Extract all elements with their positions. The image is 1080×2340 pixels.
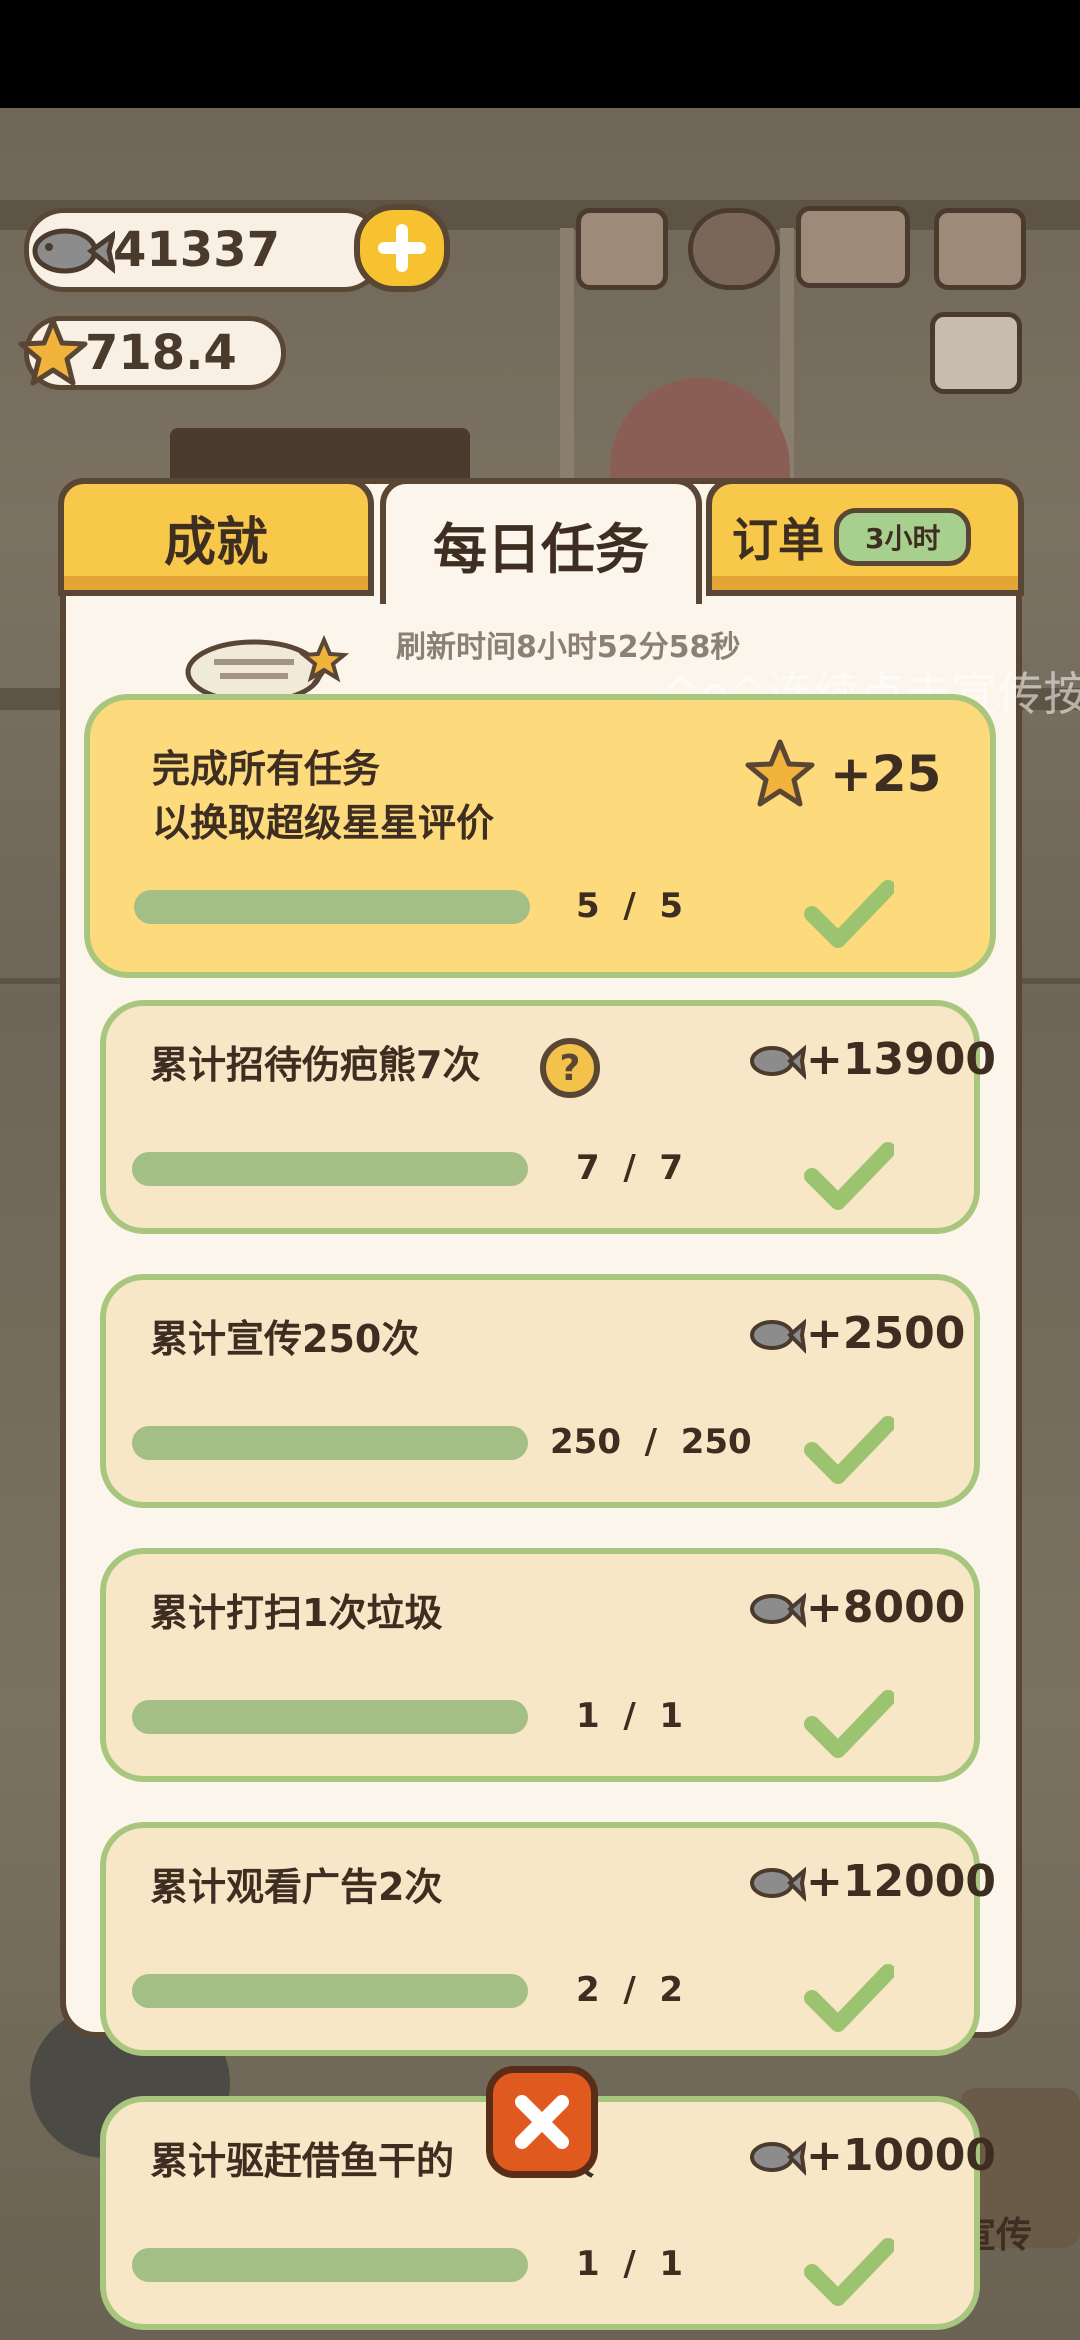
task-progress: 1 / 1 xyxy=(576,1696,684,1736)
task-card: 累计打扫1次垃圾 +8000 1 / 1 xyxy=(100,1548,980,1782)
star-icon xyxy=(18,318,88,386)
task-reward: +8000 xyxy=(746,1582,965,1633)
task-progress: 2 / 2 xyxy=(576,1970,684,2010)
tab-daily-label: 每日任务 xyxy=(433,517,649,581)
tab-achievements[interactable]: 成就 xyxy=(58,478,374,596)
tab-orders-label: 订单 xyxy=(732,513,824,567)
progress-bar xyxy=(132,2248,528,2282)
status-bar xyxy=(0,0,1080,108)
task-reward: +13900 xyxy=(746,1034,996,1085)
plus-icon xyxy=(378,224,426,272)
task-progress: 1 / 1 xyxy=(576,2244,684,2284)
fish-icon xyxy=(750,1318,806,1354)
progress-bar xyxy=(132,1700,528,1734)
task-title: 累计招待伤疤熊7次 xyxy=(150,1038,480,1092)
star-counter: 718.4 xyxy=(18,316,286,390)
task-reward: +25 xyxy=(744,738,941,810)
checkmark-icon xyxy=(804,2238,894,2306)
camera-icon[interactable] xyxy=(934,208,1026,290)
task-title-text: 累计招待伤疤熊7次 xyxy=(150,1043,481,1087)
task-card: 累计观看广告2次 +12000 2 / 2 xyxy=(100,1822,996,2056)
task-reward-value: +2500 xyxy=(806,1308,966,1359)
close-icon xyxy=(515,2095,569,2149)
task-title: 累计打扫1次垃圾 xyxy=(150,1591,443,1635)
checkmark-icon xyxy=(804,880,894,948)
tab-orders[interactable]: 订单 3小时 xyxy=(706,478,1024,596)
fish-icon xyxy=(750,2140,806,2176)
task-reward-value: +12000 xyxy=(806,1856,996,1907)
svg-text:?: ? xyxy=(560,1048,581,1089)
progress-bar xyxy=(132,1152,528,1186)
task-progress: 5 / 5 xyxy=(576,886,684,926)
fish-icon xyxy=(750,1044,806,1080)
task-progress: 7 / 7 xyxy=(576,1148,684,1188)
task-card-complete-all: 完成所有任务 以换取超级星星评价 +25 5 / 5 xyxy=(84,694,996,978)
checkmark-icon xyxy=(804,1690,894,1758)
task-card: 累计招待伤疤熊7次 ? +13900 7 / 7 xyxy=(100,1000,996,1234)
task-reward: +10000 xyxy=(746,2130,996,2181)
task-reward-value: +25 xyxy=(830,745,942,803)
task-reward-value: +13900 xyxy=(806,1034,996,1085)
task-progress: 250 / 250 xyxy=(550,1422,752,1462)
tab-achievements-label: 成就 xyxy=(163,512,268,573)
task-reward-value: +8000 xyxy=(806,1582,966,1633)
checkmark-icon xyxy=(804,1964,894,2032)
task-title: 完成所有任务 xyxy=(152,747,381,791)
progress-bar xyxy=(134,890,530,924)
checkmark-icon xyxy=(804,1142,894,1210)
task-title: 累计观看广告2次 xyxy=(150,1865,443,1909)
orders-timer-badge: 3小时 xyxy=(834,508,972,566)
settings-gear-icon[interactable] xyxy=(688,208,780,290)
fish-icon xyxy=(32,228,115,274)
help-question-icon[interactable]: ? xyxy=(538,1036,602,1100)
task-title: 累计宣传250次 xyxy=(150,1317,420,1361)
progress-bar xyxy=(132,1974,528,2008)
fish-amount: 41337 xyxy=(113,222,280,278)
task-title-text: 累计驱赶借鱼干的 xyxy=(150,2139,455,2183)
book-icon[interactable] xyxy=(796,206,910,288)
tab-daily-tasks[interactable]: 每日任务 xyxy=(380,478,702,604)
progress-bar xyxy=(132,1426,528,1460)
task-title-line2: 以换取超级星星评价 xyxy=(152,801,495,845)
task-card: 累计宣传250次 +2500 250 / 250 xyxy=(100,1274,980,1508)
task-reward: +12000 xyxy=(746,1856,996,1907)
newspaper-icon[interactable] xyxy=(930,312,1022,394)
ranking-icon[interactable] xyxy=(576,208,668,290)
fish-icon xyxy=(750,1592,806,1628)
close-button[interactable] xyxy=(486,2066,598,2178)
task-reward: +2500 xyxy=(746,1308,965,1359)
fish-icon xyxy=(750,1866,806,1902)
fish-counter: 41337 xyxy=(24,208,384,292)
star-icon xyxy=(745,739,815,807)
add-fish-button[interactable] xyxy=(354,204,450,292)
checkmark-icon xyxy=(804,1416,894,1484)
task-reward-value: +10000 xyxy=(806,2130,996,2181)
star-amount: 718.4 xyxy=(85,325,237,381)
